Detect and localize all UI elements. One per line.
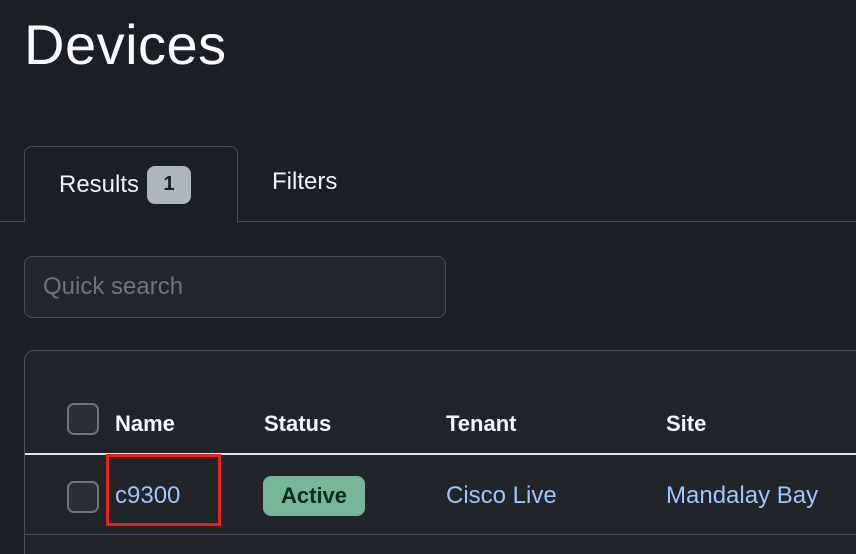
table-header: Name Status Tenant Site: [25, 403, 856, 455]
page-title: Devices: [24, 13, 227, 76]
devices-page: Devices Results 1 Filters Name Status Te…: [0, 0, 856, 554]
tab-filters-label: Filters: [272, 168, 338, 195]
column-header-name[interactable]: Name: [115, 411, 175, 437]
tab-results-label: Results: [59, 170, 140, 198]
quick-search-input[interactable]: [24, 256, 446, 318]
row-select-checkbox[interactable]: [67, 481, 99, 513]
results-table-card: Name Status Tenant Site c9300 Active Cis…: [24, 350, 856, 554]
status-badge: Active: [263, 476, 366, 516]
column-header-tenant[interactable]: Tenant: [446, 411, 516, 437]
select-all-checkbox[interactable]: [67, 403, 99, 435]
results-count-badge: 1: [147, 165, 192, 204]
tenant-link[interactable]: Cisco Live: [446, 477, 557, 515]
column-header-status[interactable]: Status: [264, 411, 331, 437]
tab-filters[interactable]: Filters: [248, 146, 337, 222]
table-row: c9300 Active Cisco Live Mandalay Bay: [25, 455, 856, 535]
device-name-link[interactable]: c9300: [115, 477, 180, 515]
column-header-site[interactable]: Site: [666, 411, 706, 437]
tab-bar: Results 1 Filters: [0, 146, 856, 223]
site-link[interactable]: Mandalay Bay: [666, 477, 818, 515]
tab-results[interactable]: Results 1: [24, 146, 238, 223]
